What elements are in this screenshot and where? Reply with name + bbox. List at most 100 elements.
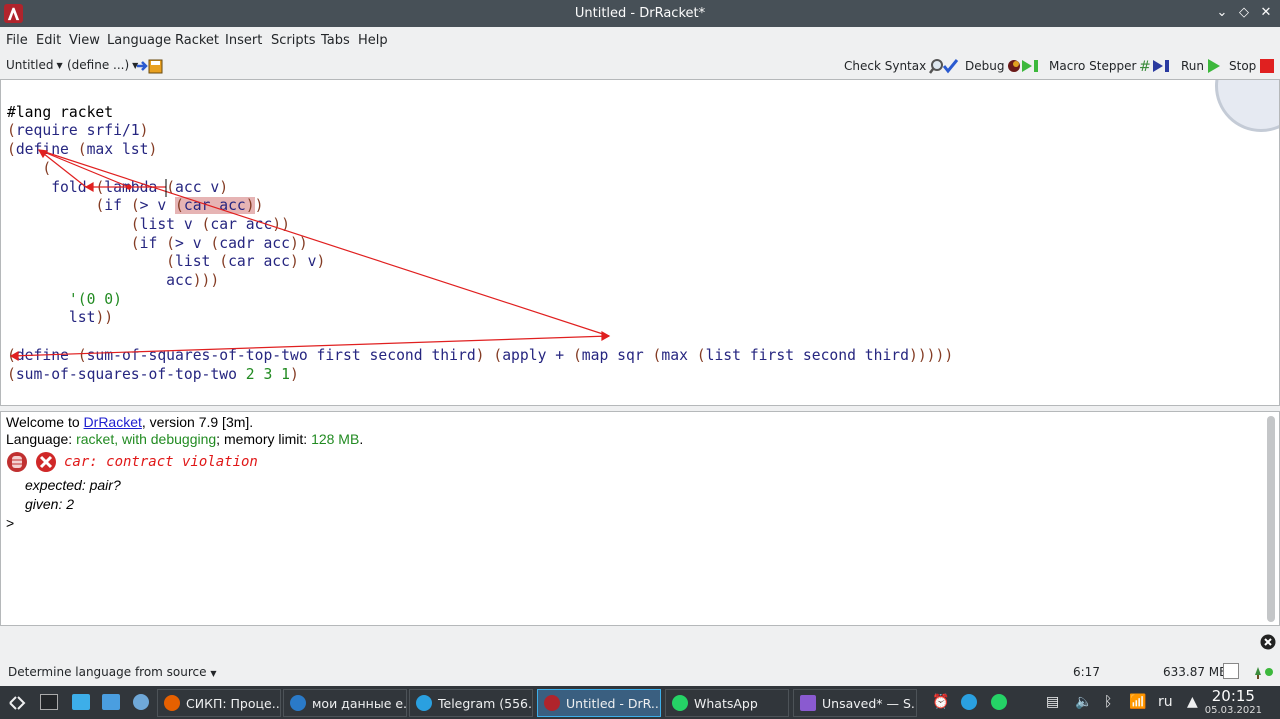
code-line-12: lst)) <box>68 309 114 327</box>
menu-tabs[interactable]: Tabs <box>321 33 350 48</box>
gc-indicator <box>1223 663 1239 679</box>
error-given: given: 2 <box>25 496 75 512</box>
settings-app-icon[interactable] <box>133 694 149 710</box>
folder-icon[interactable] <box>102 694 120 710</box>
menu-help[interactable]: Help <box>358 33 388 48</box>
window-title: Untitled - DrRacket* <box>574 6 706 21</box>
taskbar: СИКП: Проце... мои данные е... Telegram … <box>0 686 1280 719</box>
run-label: Run <box>1181 59 1205 73</box>
screenshot-icon <box>800 695 816 711</box>
chevron-down-icon: ▼ <box>56 60 63 70</box>
minimize-icon[interactable]: ⌄ <box>1213 4 1231 22</box>
bug-error-icon[interactable] <box>6 451 28 473</box>
clock[interactable]: 20:15 05.03.2021 <box>1205 687 1262 716</box>
interactions-pane[interactable]: Welcome to DrRacket, version 7.9 [3m]. L… <box>0 411 1280 626</box>
whatsapp-icon <box>672 695 688 711</box>
save-button[interactable] <box>136 58 164 74</box>
menu-edit[interactable]: Edit <box>36 33 61 48</box>
code-line-5: fold (lambda (acc v) <box>51 178 229 196</box>
definitions-editor[interactable]: #lang racket (require srfi/1) (define (max… <box>0 79 1280 406</box>
file-dropdown-label: Untitled <box>6 58 54 72</box>
task-firefox[interactable]: СИКП: Проце... <box>157 689 281 717</box>
app-launcher-icon[interactable] <box>8 694 26 712</box>
debug-label: Debug <box>965 59 1005 73</box>
drracket-icon <box>544 695 560 711</box>
macro-stepper-icon: # <box>1139 59 1170 74</box>
task-unsaved[interactable]: Unsaved* — S... <box>793 689 917 717</box>
run-button[interactable]: Run <box>1181 58 1221 74</box>
menu-scripts[interactable]: Scripts <box>271 33 315 48</box>
volume-icon[interactable]: 🔈 <box>1075 694 1092 710</box>
code-line-11: '(0 0) <box>68 290 122 308</box>
task-whatsapp[interactable]: WhatsApp <box>665 689 789 717</box>
cursor-position: 6:17 <box>1073 665 1100 679</box>
macro-stepper-button[interactable]: Macro Stepper # <box>1049 58 1175 74</box>
file-dropdown[interactable]: Untitled ▼ <box>6 58 63 72</box>
error-expected: expected: pair? <box>25 477 121 493</box>
repl-scrollbar[interactable] <box>1267 416 1275 622</box>
check-syntax-label: Check Syntax <box>844 59 927 73</box>
welcome-line: Welcome to DrRacket, version 7.9 [3m]. <box>6 414 254 430</box>
menu-file[interactable]: File <box>6 33 28 48</box>
task-telegram[interactable]: Telegram (556... <box>409 689 533 717</box>
error-message-line: car: contract violation <box>6 451 258 473</box>
telegram-icon <box>416 695 432 711</box>
clock-time: 20:15 <box>1211 687 1255 705</box>
code-line-15: (sum-of-squares-of-top-two 2 3 1) <box>7 365 299 383</box>
task-drracket[interactable]: Untitled - DrR... <box>537 689 661 717</box>
code-line-3: (define (max lst) <box>7 141 158 159</box>
terminal-icon[interactable] <box>40 694 58 710</box>
svg-text:#: # <box>1139 59 1151 74</box>
menu-racket[interactable]: Racket <box>175 33 219 48</box>
firefox-icon <box>164 695 180 711</box>
language-line: Language: racket, with debugging; memory… <box>6 431 364 447</box>
code-line-10: acc))) <box>166 272 220 290</box>
check-syntax-button[interactable]: Check Syntax <box>844 58 959 74</box>
wifi-icon[interactable]: 📶 <box>1129 694 1146 710</box>
code-line-4: ( <box>42 159 52 177</box>
bug-play-icon <box>1008 60 1039 72</box>
close-panel-icon[interactable] <box>1260 634 1276 650</box>
drracket-link[interactable]: DrRacket <box>84 414 142 430</box>
panel-corner-indicator <box>1215 80 1279 132</box>
bluetooth-icon[interactable]: ᛒ <box>1104 694 1112 710</box>
code-line-14: (define (sum-of-squares-of-top-two first… <box>7 346 954 364</box>
save-icon <box>137 59 163 74</box>
whatsapp-tray-icon[interactable] <box>991 694 1007 710</box>
stop-button[interactable]: Stop <box>1229 58 1275 74</box>
code-line-7: (list v (car acc)) <box>130 215 290 233</box>
menu-bar: File Edit View Language Racket Insert Sc… <box>0 27 1280 53</box>
language-source-dropdown[interactable]: Determine language from source ▼ <box>8 665 217 679</box>
code-line-6: (if (> v (car acc)) <box>95 197 264 215</box>
task-browser[interactable]: мои данные е... <box>283 689 407 717</box>
error-x-icon[interactable] <box>34 451 58 473</box>
telegram-tray-icon[interactable] <box>961 694 977 710</box>
debug-button[interactable]: Debug <box>965 58 1041 74</box>
play-icon <box>1208 59 1221 73</box>
stop-label: Stop <box>1229 59 1257 73</box>
menu-insert[interactable]: Insert <box>225 33 262 48</box>
files-icon[interactable] <box>72 694 90 710</box>
tray-expand-icon[interactable]: ▲ <box>1187 694 1198 710</box>
planet-recycle-icon <box>1255 667 1273 679</box>
title-bar: Untitled - DrRacket* ⌄ ◇ ✕ <box>0 0 1280 27</box>
clock-date: 05.03.2021 <box>1204 705 1262 716</box>
stop-icon <box>1260 59 1275 73</box>
memory-usage: 633.87 MB <box>1163 665 1228 679</box>
menu-view[interactable]: View <box>69 33 100 48</box>
clipboard-icon[interactable]: ▤ <box>1046 694 1059 710</box>
close-icon[interactable]: ✕ <box>1257 4 1275 22</box>
magnifier-check-icon <box>929 59 959 74</box>
menu-language[interactable]: Language <box>107 33 171 48</box>
code-area[interactable]: #lang racket (require srfi/1) (define (max… <box>7 85 954 405</box>
keyboard-layout[interactable]: ru <box>1158 694 1173 710</box>
code-line-1: #lang racket <box>7 103 114 121</box>
define-dropdown[interactable]: (define ...) ▼ <box>67 58 138 72</box>
repl-prompt[interactable]: > <box>6 515 14 531</box>
code-line-8: (if (> v (cadr acc)) <box>130 234 308 252</box>
code-line-9: (list (car acc) v) <box>166 253 326 271</box>
alarm-icon[interactable]: ⏰ <box>932 694 949 710</box>
maximize-icon[interactable]: ◇ <box>1235 4 1253 22</box>
chevron-down-icon: ▼ <box>210 669 217 678</box>
